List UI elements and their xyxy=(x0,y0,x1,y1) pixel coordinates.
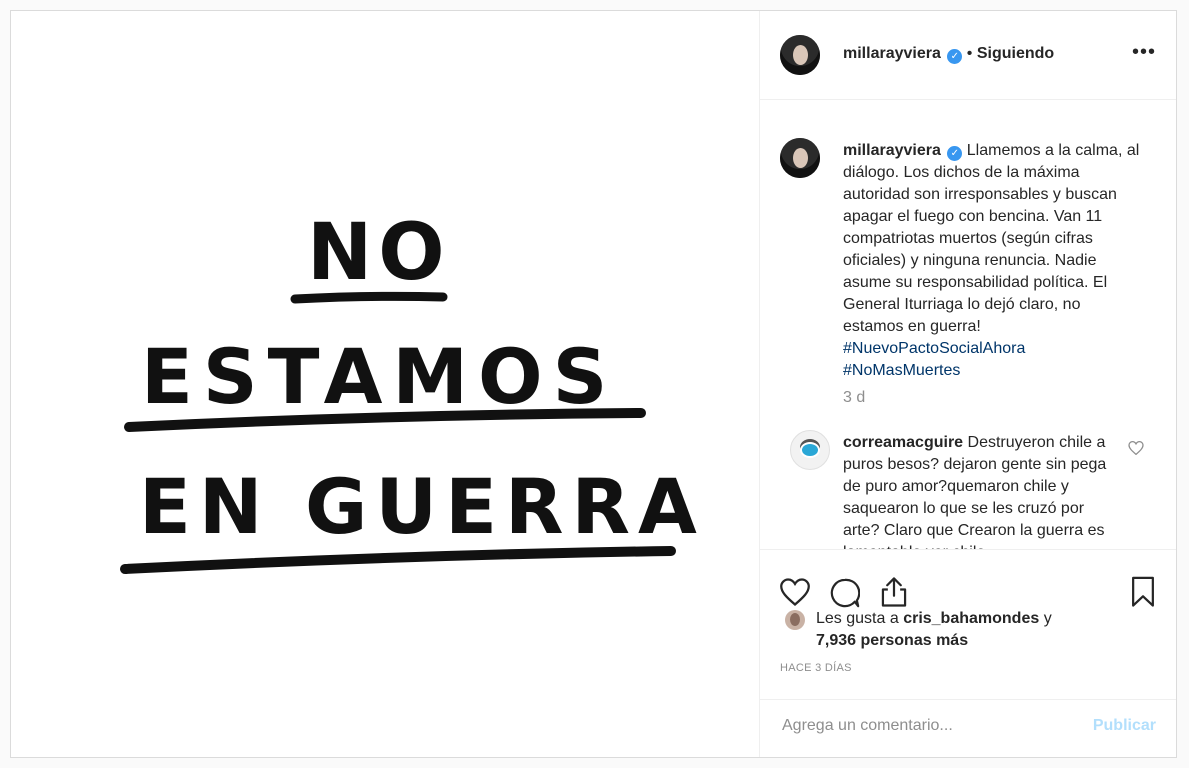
liker-avatar[interactable] xyxy=(785,610,805,630)
publish-button[interactable]: Publicar xyxy=(1093,717,1156,735)
likes-count[interactable]: 7,936 personas más xyxy=(816,632,968,649)
commenter-avatar[interactable] xyxy=(790,430,830,470)
comment-text: Destruyeron chile a puros besos? dejaron… xyxy=(843,434,1107,549)
likes-prefix: Les gusta a xyxy=(816,610,899,627)
author-username[interactable]: millarayviera xyxy=(843,45,941,62)
caption-username[interactable]: millarayviera xyxy=(843,142,941,159)
separator-dot: • xyxy=(966,45,973,62)
post-side-panel: millarayviera ✓ • Siguiendo ••• millaray… xyxy=(759,11,1176,757)
artwork-text-en-guerra: EN GUERRA xyxy=(139,462,705,551)
post-timestamp[interactable]: HACE 3 DÍAS xyxy=(780,662,852,674)
hand-lettered-artwork: NO ESTAMOS EN GUERRA xyxy=(120,208,705,574)
liker-username[interactable]: cris_bahamondes xyxy=(903,610,1039,627)
likes-summary: Les gusta a cris_bahamondes y 7,936 pers… xyxy=(816,608,1052,652)
artwork-text-no: NO xyxy=(307,208,451,298)
verified-badge-icon: ✓ xyxy=(947,146,963,161)
likes-joiner: y xyxy=(1043,610,1052,627)
save-bookmark-icon[interactable] xyxy=(1130,576,1156,608)
more-options-icon[interactable]: ••• xyxy=(1132,41,1156,64)
comments-section[interactable]: millarayviera ✓ Llamemos a la calma, al … xyxy=(760,100,1176,549)
artwork-text-estamos: ESTAMOS xyxy=(141,332,617,421)
comment-input[interactable] xyxy=(780,716,1084,736)
like-heart-icon[interactable] xyxy=(780,578,810,606)
following-button[interactable]: Siguiendo xyxy=(977,45,1054,62)
caption: millarayviera ✓ Llamemos a la calma, al … xyxy=(843,140,1143,382)
artwork-underline-1 xyxy=(290,291,448,304)
hashtag-link[interactable]: #NoMasMuertes xyxy=(843,360,1143,382)
hashtag-link[interactable]: #NuevoPactoSocialAhora xyxy=(843,338,1143,360)
caption-time[interactable]: 3 d xyxy=(843,389,865,407)
comment-item: correamacguire Destruyeron chile a puros… xyxy=(843,432,1113,549)
post-image[interactable]: NO ESTAMOS EN GUERRA xyxy=(11,11,759,757)
share-icon[interactable] xyxy=(879,576,909,608)
caption-avatar[interactable] xyxy=(780,138,820,178)
verified-badge-icon: ✓ xyxy=(947,49,963,64)
action-bar: Les gusta a cris_bahamondes y 7,936 pers… xyxy=(760,549,1176,699)
add-comment-bar: Publicar xyxy=(760,699,1176,757)
artwork-underline-3 xyxy=(120,546,676,574)
post-container: NO ESTAMOS EN GUERRA millarayviera ✓ • S… xyxy=(10,10,1177,758)
caption-text: Llamemos a la calma, al diálogo. Los dic… xyxy=(843,142,1140,335)
author-line: millarayviera ✓ • Siguiendo xyxy=(843,45,1054,64)
comment-bubble-icon[interactable] xyxy=(830,578,860,608)
post-header: millarayviera ✓ • Siguiendo ••• xyxy=(760,11,1176,100)
author-avatar[interactable] xyxy=(780,35,820,75)
comment-username[interactable]: correamacguire xyxy=(843,434,963,451)
comment-like-heart-icon[interactable] xyxy=(1128,441,1144,455)
